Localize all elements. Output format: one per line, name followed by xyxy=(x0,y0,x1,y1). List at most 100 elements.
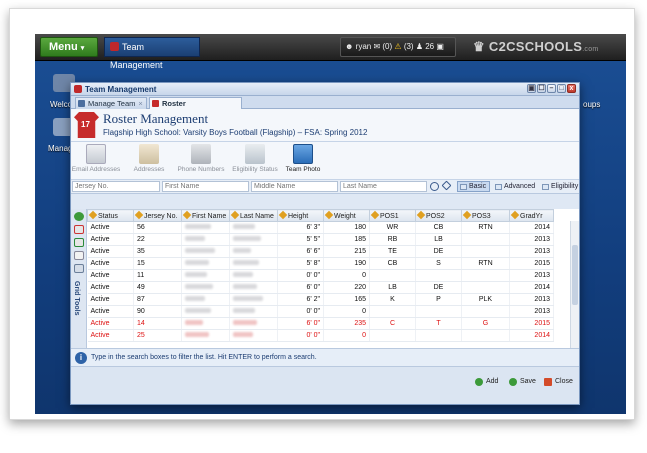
status-cell[interactable]: Active xyxy=(87,317,134,330)
table-row[interactable]: Active 25 0' 0" 0 2014 xyxy=(87,329,554,342)
column-header-last-name[interactable]: Last Name xyxy=(229,209,278,222)
pos1-cell[interactable]: CB xyxy=(369,257,416,270)
table-row[interactable]: Active 56 6' 3" 180 WR CB RTN 2014 xyxy=(87,221,554,234)
status-cell[interactable]: Active xyxy=(87,245,134,258)
email-addresses-button[interactable]: Email Addresses xyxy=(68,144,124,173)
first-name-cell[interactable] xyxy=(181,329,230,342)
close-icon[interactable]: x xyxy=(567,84,576,93)
gradyr-cell[interactable]: 2013 xyxy=(509,245,554,258)
pos3-cell[interactable]: RTN xyxy=(461,257,510,270)
pos2-cell[interactable]: T xyxy=(415,317,462,330)
pos2-cell[interactable]: DE xyxy=(415,245,462,258)
first-name-cell[interactable] xyxy=(181,281,230,294)
maximize-icon[interactable]: □ xyxy=(557,84,566,93)
monitor-icon[interactable]: ▣ xyxy=(436,42,444,51)
pos3-cell[interactable] xyxy=(461,305,510,318)
last-name-cell[interactable] xyxy=(229,257,278,270)
first-name-search-input[interactable] xyxy=(162,181,249,192)
tab-roster-management[interactable]: Roster Management× xyxy=(149,97,242,119)
pos2-cell[interactable] xyxy=(415,329,462,342)
last-name-cell[interactable] xyxy=(229,221,278,234)
table-row[interactable]: Active 87 6' 2" 165 K P PLK 2013 xyxy=(87,293,554,306)
table-row[interactable]: Active 35 6' 6" 215 TE DE 2013 xyxy=(87,245,554,258)
status-cell[interactable]: Active xyxy=(87,281,134,294)
middle-name-search-input[interactable] xyxy=(251,181,338,192)
first-name-cell[interactable] xyxy=(181,305,230,318)
pos1-cell[interactable]: K xyxy=(369,293,416,306)
pos2-cell[interactable]: LB xyxy=(415,233,462,246)
phone-numbers-button[interactable]: Phone Numbers xyxy=(175,144,227,173)
team-photo-button[interactable]: Team Photo xyxy=(283,144,323,173)
tab-manage-team[interactable]: Manage Team × xyxy=(75,97,147,109)
gradyr-cell[interactable]: 2013 xyxy=(509,305,554,318)
people-icon[interactable]: ♟ xyxy=(416,42,423,51)
first-name-cell[interactable] xyxy=(181,317,230,330)
pos2-cell[interactable] xyxy=(415,305,462,318)
height-cell[interactable]: 0' 0" xyxy=(277,329,324,342)
tab-close-icon[interactable]: × xyxy=(138,99,142,108)
gradyr-cell[interactable]: 2013 xyxy=(509,269,554,282)
document-icon[interactable] xyxy=(74,251,84,260)
clear-search-icon[interactable] xyxy=(441,180,452,191)
column-header-height[interactable]: Height xyxy=(277,209,324,222)
first-name-cell[interactable] xyxy=(181,269,230,282)
jersey-cell[interactable]: 15 xyxy=(133,257,182,270)
status-cell[interactable]: Active xyxy=(87,305,134,318)
pos1-cell[interactable]: RB xyxy=(369,233,416,246)
weight-cell[interactable]: 180 xyxy=(323,221,370,234)
jersey-cell[interactable]: 11 xyxy=(133,269,182,282)
tile-icon[interactable]: ☐ xyxy=(537,84,546,93)
weight-cell[interactable]: 0 xyxy=(323,269,370,282)
menu-button[interactable]: Menu ▾ xyxy=(40,37,98,57)
first-name-cell[interactable] xyxy=(181,293,230,306)
weight-cell[interactable]: 165 xyxy=(323,293,370,306)
grid-scrollbar[interactable] xyxy=(570,221,579,348)
column-header-pos1[interactable]: POS1 xyxy=(369,209,416,222)
taskbar-team-management[interactable]: Team Management xyxy=(104,37,200,70)
pos3-cell[interactable] xyxy=(461,269,510,282)
add-button[interactable]: Add xyxy=(475,378,498,386)
height-cell[interactable]: 5' 8" xyxy=(277,257,324,270)
scrollbar-thumb[interactable] xyxy=(572,245,578,305)
pos3-cell[interactable]: PLK xyxy=(461,293,510,306)
last-name-cell[interactable] xyxy=(229,281,278,294)
gradyr-cell[interactable]: 2014 xyxy=(509,329,554,342)
last-name-cell[interactable] xyxy=(229,305,278,318)
pos2-cell[interactable]: S xyxy=(415,257,462,270)
last-name-cell[interactable] xyxy=(229,269,278,282)
column-header-pos2[interactable]: POS2 xyxy=(415,209,462,222)
pos3-cell[interactable] xyxy=(461,329,510,342)
jersey-cell[interactable]: 87 xyxy=(133,293,182,306)
pos1-cell[interactable]: C xyxy=(369,317,416,330)
column-header-status[interactable]: Status xyxy=(87,209,134,222)
gradyr-cell[interactable]: 2014 xyxy=(509,281,554,294)
jersey-cell[interactable]: 90 xyxy=(133,305,182,318)
pdf-icon[interactable] xyxy=(74,225,84,234)
weight-cell[interactable]: 0 xyxy=(323,305,370,318)
first-name-cell[interactable] xyxy=(181,257,230,270)
weight-cell[interactable]: 220 xyxy=(323,281,370,294)
last-name-cell[interactable] xyxy=(229,329,278,342)
mail-icon[interactable]: ✉ xyxy=(373,42,380,51)
first-name-cell[interactable] xyxy=(181,221,230,234)
height-cell[interactable]: 5' 5" xyxy=(277,233,324,246)
column-header-first-name[interactable]: First Name xyxy=(181,209,230,222)
status-cell[interactable]: Active xyxy=(87,269,134,282)
gradyr-cell[interactable]: 2013 xyxy=(509,293,554,306)
weight-cell[interactable]: 215 xyxy=(323,245,370,258)
column-header-gradyr[interactable]: GradYr xyxy=(509,209,554,222)
table-row[interactable]: Active 49 6' 0" 220 LB DE 2014 xyxy=(87,281,554,294)
last-name-cell[interactable] xyxy=(229,293,278,306)
status-cell[interactable]: Active xyxy=(87,233,134,246)
pos1-cell[interactable]: LB xyxy=(369,281,416,294)
height-cell[interactable]: 0' 0" xyxy=(277,269,324,282)
pos2-cell[interactable]: CB xyxy=(415,221,462,234)
table-row[interactable]: Active 90 0' 0" 0 2013 xyxy=(87,305,554,318)
pos2-cell[interactable] xyxy=(415,269,462,282)
column-header-pos3[interactable]: POS3 xyxy=(461,209,510,222)
first-name-cell[interactable] xyxy=(181,233,230,246)
last-name-search-input[interactable] xyxy=(340,181,427,192)
close-button[interactable]: Close xyxy=(544,378,573,386)
status-cell[interactable]: Active xyxy=(87,293,134,306)
pos3-cell[interactable]: G xyxy=(461,317,510,330)
